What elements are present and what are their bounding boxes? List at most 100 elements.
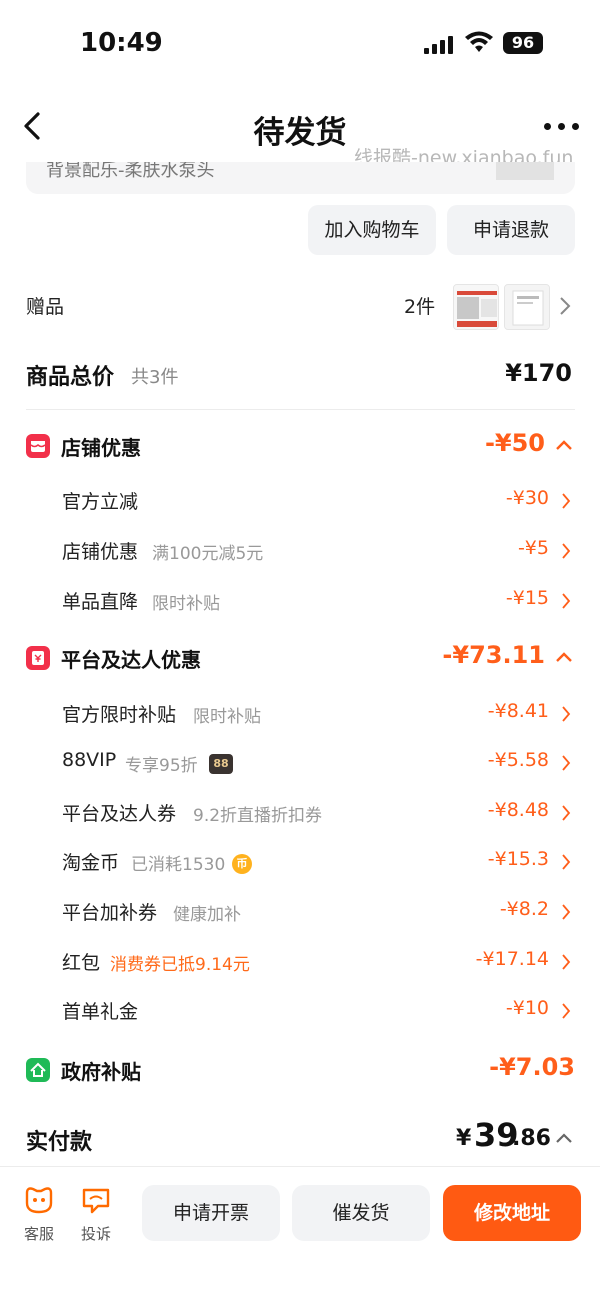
discount-item-label: 官方限时补贴 — [62, 704, 177, 726]
gov-subsidy-value: -¥7.03 — [489, 1053, 575, 1081]
discount-item-platform-coupon[interactable]: 平台及达人券 9.2折直播折扣券 -¥8.48 — [62, 795, 575, 829]
battery-icon: 96 — [503, 32, 543, 54]
store-discount-value: -¥50 — [484, 429, 545, 457]
chevron-right-icon — [562, 954, 571, 970]
gift-count: 2件 — [404, 296, 436, 318]
bottom-action-bar: 客服 投诉 申请开票 催发货 修改地址 — [0, 1166, 600, 1303]
store-discount-header[interactable]: 店铺优惠 -¥50 — [26, 427, 575, 467]
discount-item-88vip[interactable]: 88VIP 专享95折 88 -¥5.58 — [62, 745, 575, 779]
chevron-right-icon — [560, 297, 571, 315]
discount-item-store-coupon[interactable]: 店铺优惠 满100元减5元 -¥5 — [62, 533, 575, 567]
discount-item-label: 平台加补券 — [62, 902, 158, 924]
discount-item-value: -¥8.48 — [487, 799, 549, 821]
product-card[interactable]: 背景配乐-柔肤水泵头 — [26, 162, 575, 194]
cellular-signal-icon — [424, 34, 454, 54]
payment-currency: ¥ — [456, 1126, 472, 1151]
discount-item-official-reduction[interactable]: 官方立减 -¥30 — [62, 483, 575, 517]
chevron-up-icon[interactable] — [555, 1132, 573, 1144]
gift-thumbnail — [504, 284, 550, 330]
total-price-label: 商品总价 — [26, 365, 115, 390]
gift-thumbnail — [453, 284, 499, 330]
chevron-up-icon[interactable] — [555, 439, 573, 451]
discount-item-note: 满100元减5元 — [152, 544, 264, 564]
chevron-right-icon — [562, 593, 571, 609]
gov-subsidy-icon — [26, 1058, 50, 1082]
customer-service-label: 客服 — [23, 1225, 54, 1243]
discount-item-note: 消费券已抵9.14元 — [110, 955, 250, 975]
divider — [26, 409, 575, 410]
discount-item-extra-coupon[interactable]: 平台加补券 健康加补 -¥8.2 — [62, 894, 575, 928]
discount-item-label: 官方立减 — [62, 491, 139, 513]
discount-item-note: 限时补贴 — [193, 707, 261, 727]
chevron-right-icon — [562, 904, 571, 920]
actual-payment-label: 实付款 — [26, 1130, 93, 1155]
discount-item-value: -¥30 — [505, 487, 549, 509]
gift-row[interactable]: 赠品 2件 — [26, 280, 575, 332]
gift-label: 赠品 — [26, 296, 65, 318]
discount-item-note: 限时补贴 — [152, 594, 220, 614]
platform-discount-value: -¥73.11 — [442, 641, 545, 669]
more-options-icon[interactable] — [544, 123, 580, 131]
discount-item-label: 单品直降 — [62, 591, 139, 613]
total-price-row: 商品总价 共3件 ¥170 — [26, 355, 575, 395]
discount-item-taojinbi[interactable]: 淘金币 已消耗1530 币 -¥15.3 — [62, 844, 575, 878]
customer-service-button[interactable]: 客服 — [17, 1185, 61, 1244]
refund-button[interactable]: 申请退款 — [447, 205, 575, 255]
complaint-label: 投诉 — [80, 1225, 111, 1243]
discount-item-value: -¥5.58 — [487, 749, 549, 771]
discount-item-price-drop[interactable]: 单品直降 限时补贴 -¥15 — [62, 583, 575, 617]
discount-item-label: 平台及达人券 — [62, 803, 177, 825]
discount-item-value: -¥10 — [505, 997, 549, 1019]
payment-decimal: .86 — [512, 1126, 551, 1151]
discount-item-label: 淘金币 — [62, 852, 120, 874]
status-bar: 10:49 96 — [0, 0, 600, 90]
discount-item-value: -¥8.2 — [499, 898, 549, 920]
chevron-right-icon — [562, 706, 571, 722]
store-icon — [26, 434, 50, 458]
discount-item-first-order-gift[interactable]: 首单礼金 -¥10 — [62, 993, 575, 1027]
platform-discount-title: 平台及达人优惠 — [61, 648, 201, 672]
chevron-right-icon — [562, 543, 571, 559]
customer-service-icon — [25, 1187, 53, 1214]
chevron-right-icon — [562, 854, 571, 870]
discount-item-label: 首单礼金 — [62, 1001, 139, 1023]
discount-item-value: -¥5 — [517, 537, 549, 559]
total-item-count: 共3件 — [131, 367, 179, 388]
chevron-right-icon — [562, 755, 571, 771]
product-name: 背景配乐-柔肤水泵头 — [46, 162, 215, 181]
change-address-button[interactable]: 修改地址 — [443, 1185, 581, 1241]
store-discount-title: 店铺优惠 — [61, 436, 141, 460]
invoice-button[interactable]: 申请开票 — [142, 1185, 280, 1241]
wifi-icon — [465, 31, 493, 52]
discount-item-label: 88VIP — [62, 749, 117, 771]
discount-item-note: 健康加补 — [173, 905, 241, 925]
status-time: 10:49 — [80, 28, 163, 58]
actual-payment-row[interactable]: 实付款 ¥ 39 .86 — [26, 1116, 575, 1160]
product-thumbnail — [496, 162, 554, 180]
discount-item-red-packet[interactable]: 红包 消费券已抵9.14元 -¥17.14 — [62, 944, 575, 978]
coupon-icon — [26, 646, 50, 670]
discount-item-note: 已消耗1530 — [131, 855, 226, 875]
discount-item-value: -¥8.41 — [487, 700, 549, 722]
chevron-right-icon — [562, 493, 571, 509]
discount-item-value: -¥17.14 — [475, 948, 549, 970]
gov-subsidy-title: 政府补贴 — [61, 1060, 141, 1084]
discount-item-value: -¥15.3 — [487, 848, 549, 870]
discount-item-official-subsidy[interactable]: 官方限时补贴 限时补贴 -¥8.41 — [62, 696, 575, 730]
gov-subsidy-row[interactable]: 政府补贴 -¥7.03 — [26, 1051, 575, 1091]
chevron-right-icon — [562, 805, 571, 821]
vip-88-badge-icon: 88 — [209, 754, 233, 774]
chevron-up-icon[interactable] — [555, 651, 573, 663]
discount-item-label: 红包 — [62, 952, 101, 974]
discount-item-note: 专享95折 — [125, 756, 198, 776]
chevron-right-icon — [562, 1003, 571, 1019]
discount-item-label: 店铺优惠 — [62, 541, 139, 563]
coin-icon: 币 — [232, 854, 252, 874]
urge-shipping-button[interactable]: 催发货 — [292, 1185, 430, 1241]
complaint-button[interactable]: 投诉 — [74, 1185, 118, 1244]
discount-item-value: -¥15 — [505, 587, 549, 609]
platform-discount-header[interactable]: 平台及达人优惠 -¥73.11 — [26, 639, 575, 679]
complaint-icon — [82, 1188, 110, 1214]
discount-item-note: 9.2折直播折扣券 — [193, 806, 323, 826]
add-to-cart-button[interactable]: 加入购物车 — [308, 205, 436, 255]
